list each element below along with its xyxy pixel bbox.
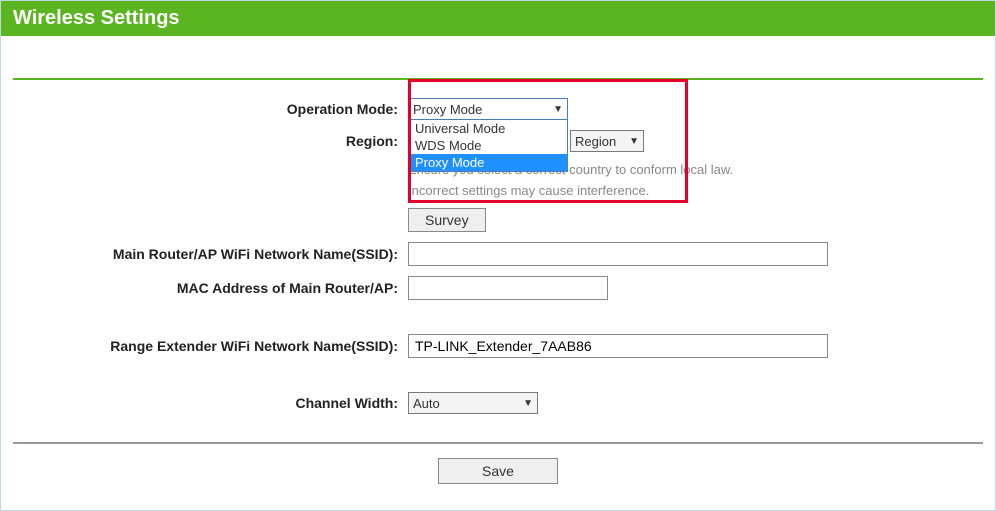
main-mac-input[interactable]: [408, 276, 608, 300]
field-main-ssid: [408, 242, 968, 266]
page-title-bar: Wireless Settings: [1, 1, 995, 36]
page-title: Wireless Settings: [13, 7, 180, 29]
field-survey: Survey: [408, 208, 968, 232]
operation-mode-option-universal[interactable]: Universal Mode: [409, 120, 567, 137]
region-note2: Incorrect settings may cause interferenc…: [408, 183, 968, 198]
field-channel-width: Auto ▼: [408, 392, 968, 414]
label-operation-mode: Operation Mode:: [13, 101, 408, 117]
row-main-mac: MAC Address of Main Router/AP:: [13, 276, 983, 300]
label-main-mac: MAC Address of Main Router/AP:: [13, 280, 408, 296]
row-save: Save: [13, 458, 983, 484]
region-selected: Region: [575, 134, 616, 149]
operation-mode-option-wds[interactable]: WDS Mode: [409, 137, 567, 154]
row-operation-mode: Operation Mode: Proxy Mode ▼ Universal M…: [13, 98, 983, 120]
row-main-ssid: Main Router/AP WiFi Network Name(SSID):: [13, 242, 983, 266]
field-operation-mode: Proxy Mode ▼ Universal Mode WDS Mode Pro…: [408, 98, 968, 120]
row-ext-ssid: Range Extender WiFi Network Name(SSID):: [13, 334, 983, 358]
channel-width-selected: Auto: [413, 396, 440, 411]
operation-mode-selected: Proxy Mode: [413, 102, 482, 117]
region-select[interactable]: Region ▼: [570, 130, 644, 152]
label-main-ssid: Main Router/AP WiFi Network Name(SSID):: [13, 246, 408, 262]
divider-bottom: [13, 442, 983, 444]
field-ext-ssid: [408, 334, 968, 358]
label-ext-ssid: Range Extender WiFi Network Name(SSID):: [13, 338, 408, 354]
label-channel-width: Channel Width:: [13, 395, 408, 411]
survey-button[interactable]: Survey: [408, 208, 486, 232]
save-button[interactable]: Save: [438, 458, 558, 484]
row-survey: Survey: [13, 208, 983, 232]
app-frame: Wireless Settings Operation Mode: Proxy …: [0, 0, 996, 511]
channel-width-select[interactable]: Auto ▼: [408, 392, 538, 414]
main-ssid-input[interactable]: [408, 242, 828, 266]
label-region: Region:: [13, 133, 408, 149]
chevron-down-icon: ▼: [553, 104, 563, 115]
ext-ssid-input[interactable]: [408, 334, 828, 358]
chevron-down-icon: ▼: [629, 136, 639, 147]
operation-mode-dropdown: Universal Mode WDS Mode Proxy Mode: [408, 120, 568, 172]
operation-mode-option-proxy[interactable]: Proxy Mode: [409, 154, 567, 171]
chevron-down-icon: ▼: [523, 398, 533, 409]
row-region-note2: Incorrect settings may cause interferenc…: [13, 183, 983, 198]
divider-top: [13, 78, 983, 80]
content-area: Operation Mode: Proxy Mode ▼ Universal M…: [1, 36, 995, 484]
operation-mode-select[interactable]: Proxy Mode ▼: [408, 98, 568, 120]
row-channel-width: Channel Width: Auto ▼: [13, 392, 983, 414]
field-main-mac: [408, 276, 968, 300]
